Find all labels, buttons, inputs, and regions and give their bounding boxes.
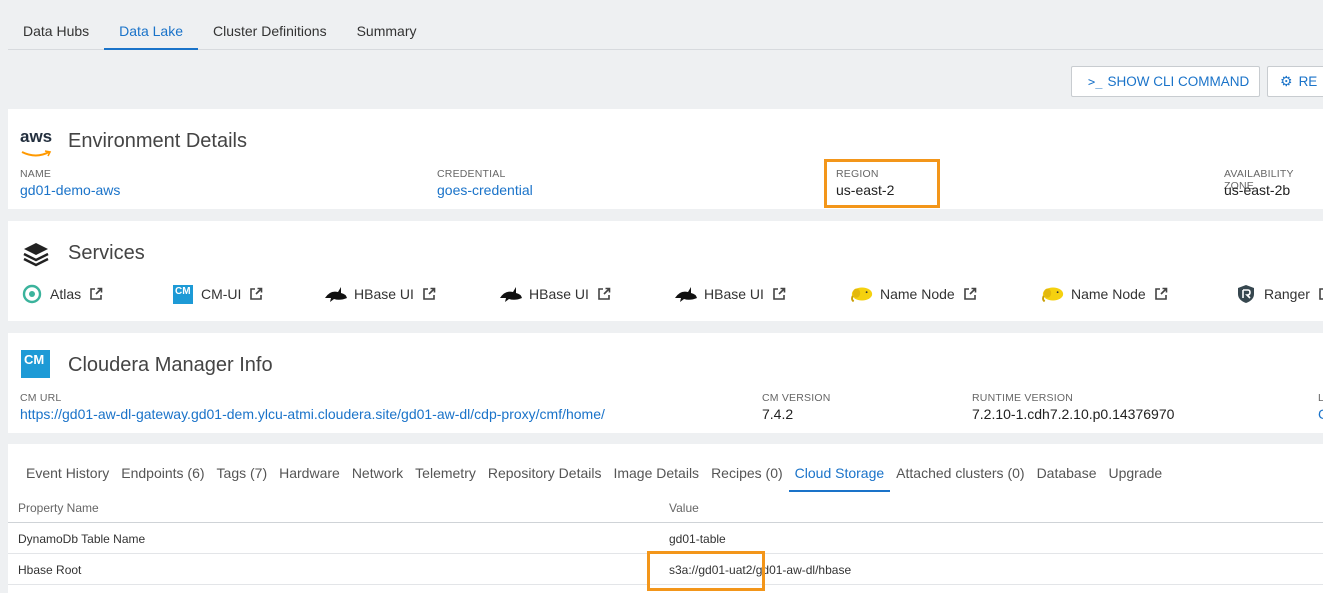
tab-attached-clusters[interactable]: Attached clusters (0) xyxy=(890,452,1030,492)
service-cm-ui[interactable]: CM CM-UI xyxy=(171,284,263,304)
cm-version-label: CM VERSION xyxy=(762,392,831,404)
tab-cloud-storage[interactable]: Cloud Storage xyxy=(788,452,891,492)
environment-details-title: Environment Details xyxy=(68,130,247,152)
services-title: Services xyxy=(68,242,145,264)
service-label: Atlas xyxy=(50,286,82,302)
service-label: CM-UI xyxy=(201,286,242,302)
service-hbase-ui-2[interactable]: HBase UI xyxy=(499,284,611,304)
external-link-icon[interactable] xyxy=(89,287,103,301)
detail-tabs: Event History Endpoints (6) Tags (7) Har… xyxy=(20,452,1168,492)
tab-tags[interactable]: Tags (7) xyxy=(211,452,274,492)
name-label: NAME xyxy=(20,168,52,180)
aws-logo: aws xyxy=(20,128,54,163)
cm-url-label: CM URL xyxy=(20,392,62,404)
tab-repository-details[interactable]: Repository Details xyxy=(482,452,608,492)
hbase-orca-icon xyxy=(499,284,523,304)
repair-label: RE xyxy=(1298,74,1318,89)
tab-image-details[interactable]: Image Details xyxy=(607,452,705,492)
property-name-cell: DynamoDb Table Name xyxy=(18,532,146,546)
service-label: Name Node xyxy=(880,286,955,302)
environment-details-card: aws Environment Details NAME gd01-demo-a… xyxy=(8,109,1323,209)
service-atlas[interactable]: Atlas xyxy=(20,284,103,304)
external-link-icon[interactable] xyxy=(249,287,263,301)
top-tabs: Data Hubs Data Lake Cluster Definitions … xyxy=(8,12,1323,50)
tab-database[interactable]: Database xyxy=(1031,452,1103,492)
external-link-icon[interactable] xyxy=(597,287,611,301)
service-hbase-ui-3[interactable]: HBase UI xyxy=(674,284,786,304)
hbase-orca-icon xyxy=(324,284,348,304)
runtime-version-value: 7.2.10-1.cdh7.2.10.p0.14376970 xyxy=(972,406,1175,422)
hadoop-elephant-icon xyxy=(1041,284,1065,304)
truncated-label: L xyxy=(1318,392,1323,404)
region-highlight-box xyxy=(824,159,940,208)
property-name-cell: Hbase Root xyxy=(18,563,82,577)
repair-button[interactable]: ⚙ RE xyxy=(1267,66,1323,97)
tab-network[interactable]: Network xyxy=(346,452,409,492)
show-cli-command-button[interactable]: >_ SHOW CLI COMMAND xyxy=(1071,66,1260,97)
tab-data-lake[interactable]: Data Lake xyxy=(104,12,198,50)
table-header-row: Property Name Value xyxy=(8,492,1323,523)
service-label: HBase UI xyxy=(354,286,414,302)
show-cli-command-label: SHOW CLI COMMAND xyxy=(1107,74,1250,89)
ranger-icon xyxy=(1234,284,1258,304)
tab-event-history[interactable]: Event History xyxy=(20,452,115,492)
cm-icon: CM xyxy=(171,284,195,304)
external-link-icon[interactable] xyxy=(1318,287,1323,301)
cloudera-manager-info-card: CM Cloudera Manager Info CM URL https://… xyxy=(8,333,1323,433)
column-header-value: Value xyxy=(669,501,699,515)
external-link-icon[interactable] xyxy=(422,287,436,301)
hadoop-elephant-icon xyxy=(850,284,874,304)
service-name-node-2[interactable]: Name Node xyxy=(1041,284,1168,304)
table-row: DynamoDb Table Name gd01-table xyxy=(8,523,1323,554)
truncated-link[interactable]: C xyxy=(1318,406,1323,422)
availability-zone-value: us-east-2b xyxy=(1224,182,1291,198)
tab-cluster-definitions[interactable]: Cluster Definitions xyxy=(198,12,342,50)
service-label: Ranger xyxy=(1264,286,1310,302)
tab-data-hubs[interactable]: Data Hubs xyxy=(8,12,104,50)
cm-url-link[interactable]: https://gd01-aw-dl-gateway.gd01-dem.ylcu… xyxy=(20,406,605,422)
environment-name-link[interactable]: gd01-demo-aws xyxy=(20,182,120,198)
cm-logo: CM xyxy=(21,350,50,378)
services-card: Services Atlas CM CM-UI HBase UI HBase U… xyxy=(8,221,1323,321)
property-value-cell: gd01-table xyxy=(669,532,726,546)
external-link-icon[interactable] xyxy=(1154,287,1168,301)
hbase-root-highlight-box xyxy=(647,551,765,591)
terminal-icon: >_ xyxy=(1088,75,1103,89)
credential-label: CREDENTIAL xyxy=(437,168,506,180)
runtime-version-label: RUNTIME VERSION xyxy=(972,392,1074,404)
tab-telemetry[interactable]: Telemetry xyxy=(409,452,482,492)
atlas-icon xyxy=(20,284,44,304)
external-link-icon[interactable] xyxy=(772,287,786,301)
tab-summary[interactable]: Summary xyxy=(342,12,432,50)
column-header-property-name: Property Name xyxy=(18,501,99,515)
credential-link[interactable]: goes-credential xyxy=(437,182,533,198)
tab-recipes[interactable]: Recipes (0) xyxy=(705,452,789,492)
service-hbase-ui-1[interactable]: HBase UI xyxy=(324,284,436,304)
tab-endpoints[interactable]: Endpoints (6) xyxy=(115,452,210,492)
cloudera-manager-info-title: Cloudera Manager Info xyxy=(68,354,273,376)
service-ranger[interactable]: Ranger xyxy=(1234,284,1323,304)
hbase-orca-icon xyxy=(674,284,698,304)
layers-icon xyxy=(22,241,50,272)
gears-icon: ⚙ xyxy=(1280,73,1293,89)
service-label: HBase UI xyxy=(704,286,764,302)
tab-upgrade[interactable]: Upgrade xyxy=(1103,452,1169,492)
service-label: HBase UI xyxy=(529,286,589,302)
service-label: Name Node xyxy=(1071,286,1146,302)
tab-hardware[interactable]: Hardware xyxy=(273,452,346,492)
cm-version-value: 7.4.2 xyxy=(762,406,794,422)
service-name-node-1[interactable]: Name Node xyxy=(850,284,977,304)
external-link-icon[interactable] xyxy=(963,287,977,301)
